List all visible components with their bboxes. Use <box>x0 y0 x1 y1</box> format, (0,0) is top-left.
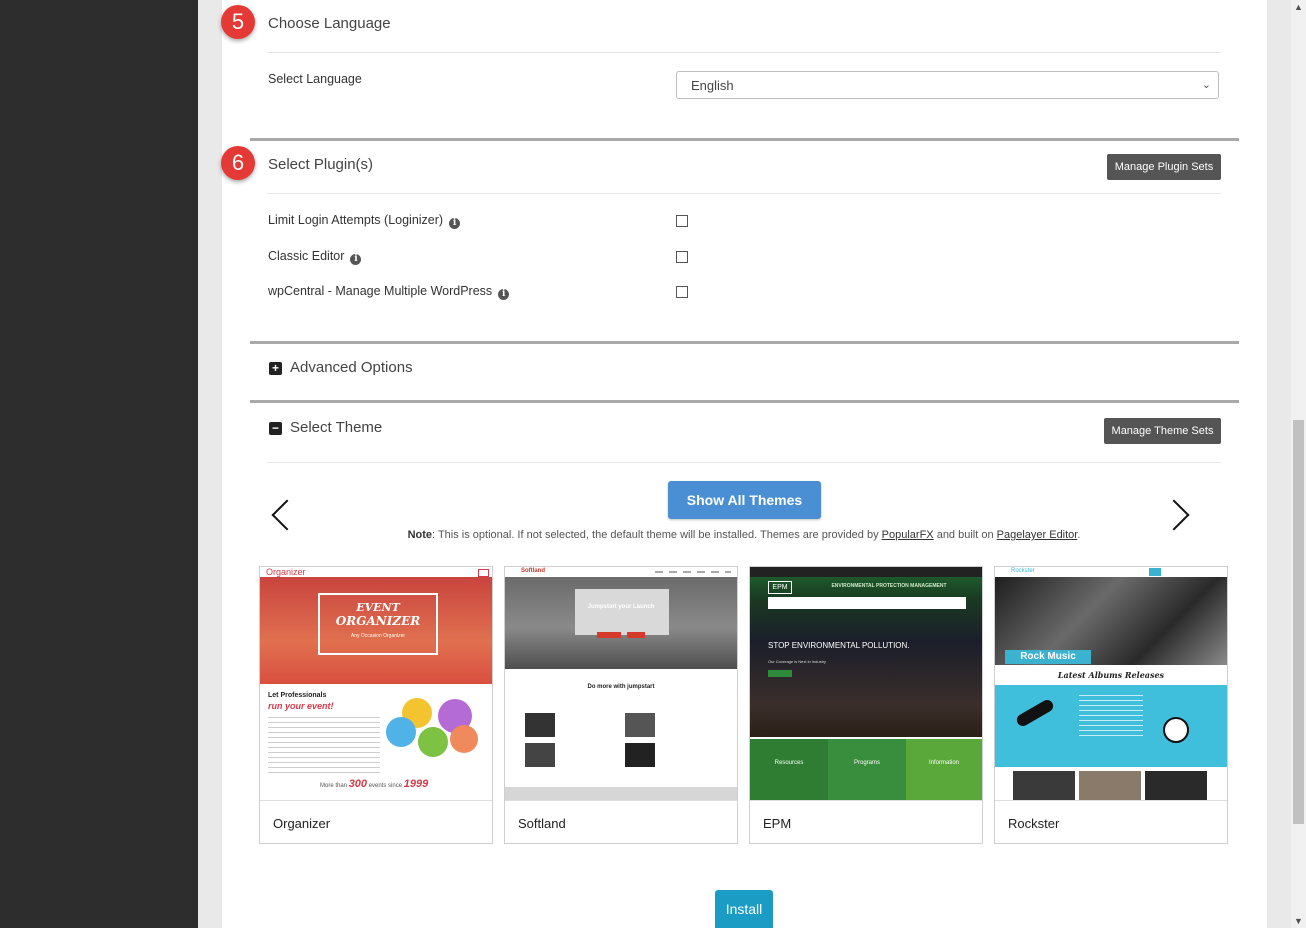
scroll-down-icon[interactable]: ▼ <box>1291 914 1306 928</box>
pagelayer-link[interactable]: Pagelayer Editor <box>997 529 1078 541</box>
select-plugins-title: Select Plugin(s) <box>268 156 374 173</box>
theme-card-rockster[interactable]: Rockster Rock Music Latest Albums Releas… <box>994 566 1228 844</box>
hero-text: STOP ENVIRONMENTAL POLLUTION. <box>768 641 910 650</box>
language-select[interactable]: English ⌄ <box>676 71 1219 99</box>
select-language-label: Select Language <box>268 72 362 86</box>
manage-theme-sets-button[interactable]: Manage Theme Sets <box>1104 418 1221 444</box>
theme-thumbnail-epm: EPM ENVIRONMENTAL PROTECTION MANAGEMENT … <box>750 567 982 800</box>
theme-brand: Organizer <box>266 567 306 577</box>
section-separator <box>250 400 1239 403</box>
theme-note: Note: This is optional. If not selected,… <box>267 529 1221 541</box>
tagline: run your event! <box>268 701 334 711</box>
column-label: Information <box>928 760 959 766</box>
manage-plugin-sets-button[interactable]: Manage Plugin Sets <box>1107 154 1221 180</box>
theme-brand: Rockster <box>1011 568 1035 574</box>
footer-line: More than 300 events since 1999 <box>320 778 429 790</box>
sub-text: Latest Albums Releases <box>1057 670 1165 680</box>
theme-thumbnail-organizer: Organizer EVENT ORGANIZER Any Occasion O… <box>260 567 492 800</box>
left-gutter <box>198 0 222 928</box>
info-icon[interactable]: i <box>449 218 461 229</box>
collapse-minus-icon[interactable]: − <box>269 422 282 435</box>
theme-card-organizer[interactable]: Organizer EVENT ORGANIZER Any Occasion O… <box>259 566 493 844</box>
choose-language-title: Choose Language <box>268 15 391 32</box>
chevron-down-icon: ⌄ <box>1201 79 1211 91</box>
theme-thumbnail-rockster: Rockster Rock Music Latest Albums Releas… <box>995 567 1227 800</box>
scroll-thumb[interactable] <box>1293 420 1304 824</box>
right-gutter <box>1267 0 1291 928</box>
left-dark-sidebar <box>0 0 198 928</box>
card-divider <box>505 800 737 801</box>
note-text: and built on <box>933 529 997 541</box>
plugin-row-wpcentral: wpCentral - Manage Multiple WordPress i <box>268 284 510 300</box>
info-icon[interactable]: i <box>350 254 362 265</box>
column-label: Programs <box>853 760 880 766</box>
hero-sub: Any Occasion Organizer <box>350 633 406 639</box>
theme-name: Softland <box>518 816 566 831</box>
theme-name: EPM <box>763 816 792 831</box>
header-text: ENVIRONMENTAL PROTECTION MANAGEMENT <box>831 583 947 589</box>
card-divider <box>995 800 1227 801</box>
theme-name: Organizer <box>273 816 331 831</box>
theme-name: Rockster <box>1008 816 1060 831</box>
note-text: . <box>1077 529 1081 541</box>
hero-text: Rock Music <box>1005 650 1091 664</box>
popularfx-link[interactable]: PopularFX <box>882 529 934 541</box>
hero-line: EVENT <box>356 601 400 614</box>
column-label: Resources <box>774 760 804 766</box>
scroll-up-icon[interactable]: ▲ <box>1291 0 1306 14</box>
install-button[interactable]: Install <box>715 890 773 928</box>
note-text: : This is optional. If not selected, the… <box>432 529 882 541</box>
section-text: Do more with jumpstart <box>587 684 655 690</box>
hero-sub: Our Coverage is Next in Industry <box>768 659 827 664</box>
card-divider <box>750 800 982 801</box>
theme-card-softland[interactable]: Softland Jumpstart your Launch Do more w… <box>504 566 738 844</box>
theme-thumbnail-softland: Softland Jumpstart your Launch Do more w… <box>505 567 737 800</box>
theme-card-epm[interactable]: EPM ENVIRONMENTAL PROTECTION MANAGEMENT … <box>749 566 983 844</box>
theme-brand: EPM <box>768 581 792 594</box>
hero-line: ORGANIZER <box>335 614 421 628</box>
plugin-row-classic-editor: Classic Editor i <box>268 249 362 265</box>
language-select-value: English <box>691 78 734 93</box>
page-scrollbar[interactable]: ▲ ▼ <box>1291 0 1306 928</box>
info-icon[interactable]: i <box>498 289 510 300</box>
divider <box>267 193 1221 194</box>
step-6-badge: 6 <box>221 146 255 180</box>
select-theme-toggle[interactable]: Select Theme <box>290 419 382 436</box>
plugin-checkbox-loginizer[interactable] <box>676 215 688 227</box>
plugin-label: Classic Editor <box>268 249 345 263</box>
plugin-label: wpCentral - Manage Multiple WordPress <box>268 284 493 298</box>
divider <box>267 462 1221 463</box>
step-5-badge: 5 <box>221 5 255 39</box>
plugin-label: Limit Login Attempts (Loginizer) <box>268 213 444 227</box>
plugin-checkbox-classic-editor[interactable] <box>676 251 688 263</box>
tagline: Let Professionals <box>268 692 327 699</box>
theme-brand: Softland <box>521 568 545 574</box>
plugin-row-loginizer: Limit Login Attempts (Loginizer) i <box>268 213 461 229</box>
section-separator <box>250 138 1239 141</box>
plugin-checkbox-wpcentral[interactable] <box>676 286 688 298</box>
advanced-options-toggle[interactable]: Advanced Options <box>290 359 413 376</box>
divider <box>267 52 1221 53</box>
hero-text: Jumpstart your Launch <box>587 604 655 610</box>
note-label: Note <box>407 529 433 541</box>
carousel-next-icon[interactable] <box>1158 499 1190 531</box>
carousel-prev-icon[interactable] <box>271 499 303 531</box>
show-all-themes-button[interactable]: Show All Themes <box>668 481 821 519</box>
card-divider <box>260 800 492 801</box>
expand-plus-icon[interactable]: + <box>269 362 282 375</box>
section-separator <box>250 341 1239 344</box>
